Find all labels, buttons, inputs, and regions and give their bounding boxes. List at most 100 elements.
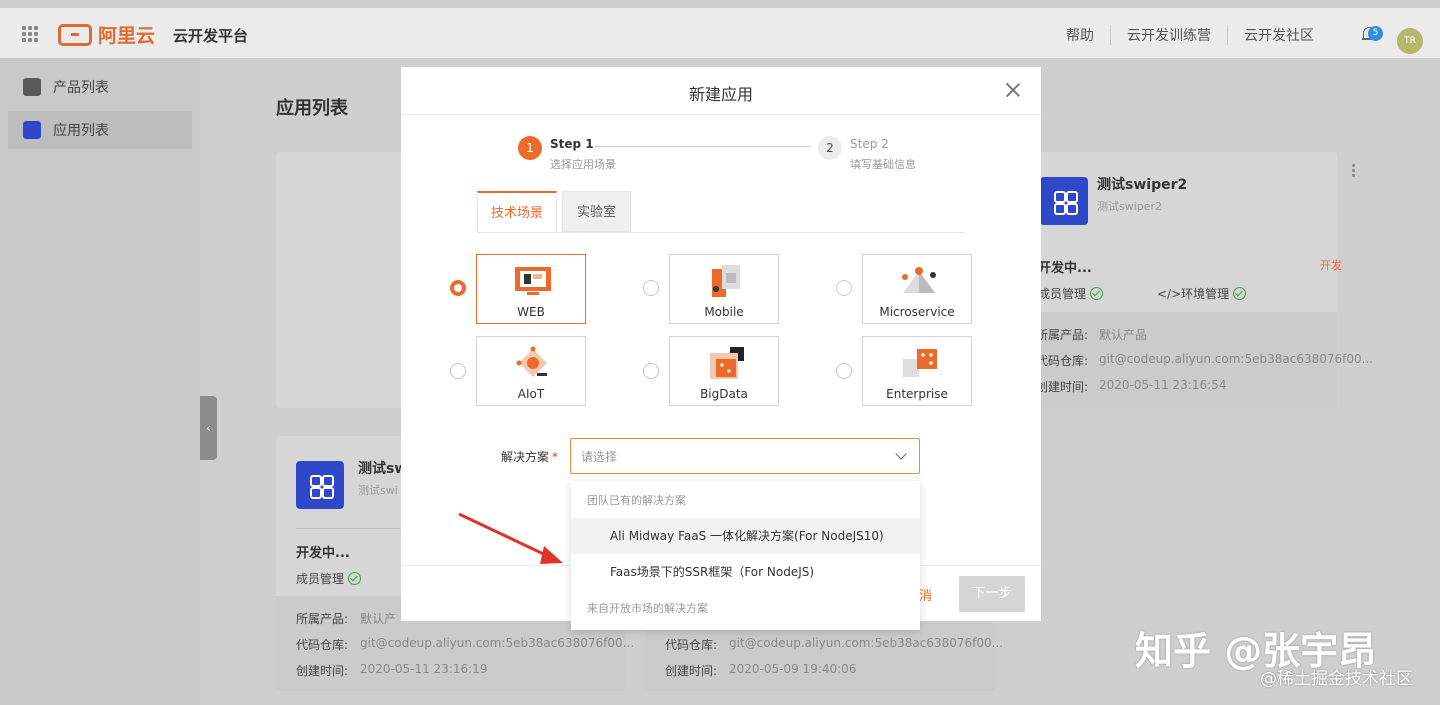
option-midway-faas[interactable]: Ali Midway FaaS 一体化解决方案(For NodeJS10): [571, 518, 920, 554]
dropdown-group-market: 来自开放市场的解决方案: [587, 602, 708, 615]
repo-label: 代码仓库:: [1036, 354, 1089, 368]
created-value: 2020-05-09 19:40:06: [729, 662, 857, 676]
member-mgmt-link[interactable]: 成员管理: [1038, 285, 1104, 302]
radio-bigdata[interactable]: [643, 363, 659, 379]
scenario-aiot[interactable]: AIoT: [476, 336, 586, 406]
avatar[interactable]: TR: [1397, 28, 1423, 54]
solution-select[interactable]: 请选择: [570, 438, 920, 474]
radio-web[interactable]: [450, 280, 466, 296]
app-name[interactable]: 测试swiper2: [1097, 174, 1187, 194]
aliyun-logo[interactable]: 阿里云: [58, 21, 155, 48]
radio-microservice[interactable]: [836, 280, 852, 296]
created-label: 创建时间:: [665, 664, 718, 678]
top-bar: 阿里云 云开发平台 帮助 云开发训练营 云开发社区 5 TR: [0, 8, 1440, 58]
app-status: 开发中...: [296, 546, 350, 561]
created-label: 创建时间:: [296, 664, 349, 678]
step-1-title: Step 1: [550, 137, 594, 151]
mobile-phone-icon: [712, 265, 740, 297]
aliyun-logo-mark-icon: [58, 23, 92, 46]
option-faas-ssr[interactable]: Faas场景下的SSR框架（For NodeJS): [571, 554, 920, 590]
app-card[interactable]: 测试swiper2 测试swiper2 开发中... 开发 成员管理 </>环境…: [1030, 152, 1373, 408]
aliyun-logo-text: 阿里云: [98, 25, 156, 47]
bigdata-blocks-icon: [710, 347, 744, 379]
scenario-label: BigData: [700, 387, 748, 401]
repo-value[interactable]: git@codeup.aliyun.com:5eb38ac638076f00..…: [1099, 352, 1373, 366]
training-camp-link[interactable]: 云开发训练营: [1110, 25, 1227, 45]
dropdown-group-team: 团队已有的解决方案: [587, 494, 686, 507]
scenario-bigdata[interactable]: BigData: [669, 336, 779, 406]
top-links: 帮助 云开发训练营 云开发社区: [1050, 25, 1330, 45]
repo-value[interactable]: git@codeup.aliyun.com:5eb38ac638076f00..…: [360, 636, 634, 650]
app-grid-icon[interactable]: [22, 26, 38, 42]
scenario-label: Enterprise: [886, 387, 948, 401]
web-monitor-icon: [515, 267, 551, 295]
tabs-underline: [477, 232, 965, 233]
step-1-indicator: 1: [518, 136, 542, 160]
enterprise-dice-icon: [903, 349, 937, 377]
step-2-desc: 填写基础信息: [850, 158, 916, 171]
scenario-enterprise[interactable]: Enterprise: [862, 336, 972, 406]
platform-name: 云开发平台: [173, 27, 249, 45]
sidebar-item-apps[interactable]: 应用列表: [8, 111, 192, 149]
solution-dropdown: 团队已有的解决方案 Ali Midway FaaS 一体化解决方案(For No…: [571, 481, 920, 630]
solution-select-placeholder: 请选择: [581, 450, 618, 464]
app-name[interactable]: 测试sw: [358, 458, 407, 478]
dialog-header: 新建应用: [401, 67, 1041, 115]
next-step-button[interactable]: 下一步: [959, 576, 1025, 612]
community-link[interactable]: 云开发社区: [1227, 25, 1330, 45]
product-value: 默认产: [360, 612, 397, 626]
repo-value[interactable]: git@codeup.aliyun.com:5eb38ac638076f00..…: [729, 636, 1003, 650]
solution-label-text: 解决方案: [501, 450, 550, 464]
chevron-down-icon: [895, 448, 907, 460]
created-value: 2020-05-11 23:16:54: [1099, 378, 1227, 392]
page-title: 应用列表: [276, 98, 348, 119]
app-icon: [296, 461, 344, 509]
microservice-network-icon: [902, 267, 936, 293]
watermark-juejin: @稀土掘金技术社区: [1260, 669, 1413, 689]
check-icon: [348, 572, 362, 585]
radio-mobile[interactable]: [643, 280, 659, 296]
created-value: 2020-05-11 23:16:19: [360, 662, 488, 676]
radio-aiot[interactable]: [450, 363, 466, 379]
close-icon[interactable]: [1005, 82, 1021, 98]
member-mgmt-link[interactable]: 成员管理: [296, 570, 362, 587]
aiot-device-icon: [516, 346, 547, 377]
box-icon: [23, 78, 41, 96]
sidebar: 产品列表 应用列表: [0, 58, 200, 705]
product-value: 默认产品: [1099, 328, 1148, 342]
check-icon: [1233, 287, 1247, 300]
scenario-label: AIoT: [517, 387, 545, 401]
scenario-microservice[interactable]: Microservice: [862, 254, 972, 324]
env-mgmt-label: </>环境管理: [1157, 287, 1230, 301]
app-status: 开发中...: [1038, 261, 1092, 276]
scenario-label: WEB: [517, 305, 545, 319]
scenario-web[interactable]: WEB: [476, 254, 586, 324]
sidebar-item-label: 产品列表: [53, 80, 109, 96]
cancel-button[interactable]: 消: [919, 585, 932, 604]
help-link[interactable]: 帮助: [1050, 25, 1110, 45]
step-1-desc: 选择应用场景: [550, 158, 616, 171]
app-subtitle: 测试swiper2: [1097, 200, 1163, 213]
solution-label: 解决方案 *: [501, 448, 558, 465]
card-details: 所属产品: 默认产品 代码仓库: git@codeup.aliyun.com:5…: [1030, 312, 1373, 408]
radio-enterprise[interactable]: [836, 363, 852, 379]
scenario-label: Microservice: [879, 305, 955, 319]
created-label: 创建时间:: [1036, 380, 1089, 394]
app-card-placeholder[interactable]: [276, 152, 406, 408]
repo-label: 代码仓库:: [665, 638, 718, 652]
member-mgmt-label: 成员管理: [296, 572, 345, 586]
tab-tech-scenario[interactable]: 技术场景: [477, 191, 557, 232]
env-mgmt-link[interactable]: </>环境管理: [1157, 285, 1247, 302]
dialog-title: 新建应用: [688, 85, 753, 104]
tab-lab[interactable]: 实验室: [562, 191, 631, 232]
member-mgmt-label: 成员管理: [1038, 287, 1087, 301]
scenario-mobile[interactable]: Mobile: [669, 254, 779, 324]
sidebar-collapse-handle[interactable]: ‹: [200, 396, 217, 460]
step-2-indicator: 2: [818, 136, 842, 160]
app-icon: [1040, 177, 1088, 225]
chevron-left-icon: ‹: [206, 421, 211, 435]
sidebar-item-label: 应用列表: [53, 123, 109, 139]
product-label: 所属产品:: [1036, 328, 1089, 342]
more-options-icon[interactable]: [1352, 164, 1355, 167]
sidebar-item-products[interactable]: 产品列表: [8, 68, 192, 106]
